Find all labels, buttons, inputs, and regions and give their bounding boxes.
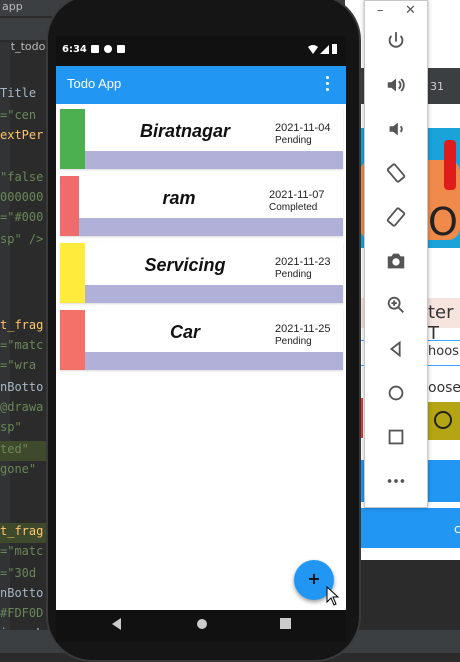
- toolbar-badge: 31: [430, 80, 444, 93]
- code-line: sp" />: [0, 232, 44, 246]
- todo-date: 2021-11-25: [275, 323, 331, 335]
- nav-home-icon[interactable]: [196, 618, 208, 630]
- todo-color-stripe: [60, 243, 85, 303]
- todo-bottom-bar: [85, 285, 343, 303]
- code-line: t_frag: [0, 524, 44, 538]
- mouse-cursor-icon: [326, 586, 340, 606]
- background-image-shape: [444, 140, 456, 190]
- todo-color-stripe: [60, 310, 85, 370]
- todo-bottom-bar: [85, 352, 343, 370]
- radio-button[interactable]: [434, 411, 452, 429]
- volume-up-button[interactable]: [365, 65, 427, 105]
- rotate-left-icon: [386, 163, 406, 183]
- code-line: 000000: [0, 190, 44, 204]
- code-line: ted": [0, 442, 29, 456]
- android-nav-bar: [56, 610, 346, 642]
- code-line: "false: [0, 170, 44, 184]
- status-bar: 6:34: [56, 36, 346, 66]
- rotate-right-icon: [386, 207, 406, 227]
- todo-date: 2021-11-04: [275, 122, 331, 134]
- volume-down-button[interactable]: [365, 109, 427, 149]
- todo-status: Pending: [275, 269, 312, 280]
- phone-screen: 6:34 Todo App Biratnagar 2021-11-04 Pend…: [56, 36, 346, 610]
- background-image-letter: O: [428, 200, 458, 244]
- todo-title: Biratnagar: [139, 121, 231, 141]
- back-button[interactable]: [365, 329, 427, 369]
- overview-button[interactable]: [365, 417, 427, 457]
- nav-back-icon[interactable]: [112, 618, 122, 630]
- minimize-button[interactable]: –: [377, 3, 384, 18]
- sd-card-icon: [117, 45, 125, 53]
- background-input-text: hoos: [428, 344, 459, 359]
- todo-color-stripe: [60, 109, 85, 169]
- battery-icon: [332, 44, 337, 54]
- todo-card[interactable]: Servicing 2021-11-23 Pending: [60, 243, 343, 303]
- todo-bottom-bar: [79, 218, 343, 236]
- todo-card[interactable]: Car 2021-11-25 Pending: [60, 310, 343, 370]
- background-label: oose: [428, 380, 460, 396]
- todo-title: ram: [162, 188, 196, 208]
- notification-icon: [104, 45, 112, 53]
- overflow-menu-icon[interactable]: [326, 76, 330, 94]
- code-line: ="cen: [0, 108, 37, 122]
- screenshot-button[interactable]: [365, 241, 427, 281]
- zoom-button[interactable]: [365, 285, 427, 325]
- todo-card[interactable]: Biratnagar 2021-11-04 Pending: [60, 109, 343, 169]
- code-line: nBotto: [0, 586, 44, 600]
- home-icon: [388, 385, 404, 401]
- close-button[interactable]: ✕: [405, 3, 416, 18]
- power-button[interactable]: [365, 21, 427, 61]
- rotate-right-button[interactable]: [365, 197, 427, 237]
- todo-color-stripe: [60, 176, 79, 236]
- code-line: Title: [0, 86, 37, 100]
- notification-icon: [91, 45, 99, 53]
- wifi-icon: [308, 45, 318, 54]
- todo-card[interactable]: ram 2021-11-07 Completed: [60, 176, 343, 236]
- todo-date: 2021-11-23: [275, 256, 331, 268]
- code-line: t_frag: [0, 318, 44, 332]
- background-text: ter T: [428, 302, 454, 344]
- code-line: gone": [0, 462, 37, 476]
- nav-overview-icon[interactable]: [280, 618, 291, 629]
- code-line: nBotto: [0, 380, 44, 394]
- todo-title: Car: [169, 322, 200, 342]
- home-button[interactable]: [365, 373, 427, 413]
- code-line: sp": [0, 420, 22, 434]
- camera-icon: [387, 253, 405, 269]
- background-button-text: c: [454, 522, 460, 536]
- code-line: extPer: [0, 128, 44, 142]
- app-title: Todo App: [67, 76, 122, 91]
- volume-up-icon: [387, 78, 405, 92]
- rotate-left-button[interactable]: [365, 153, 427, 193]
- back-icon: [389, 340, 401, 358]
- power-icon: [388, 31, 404, 48]
- code-line: ="wra: [0, 358, 37, 372]
- todo-status: Completed: [269, 202, 318, 213]
- more-icon: [387, 479, 405, 483]
- code-line: ="30d: [0, 566, 37, 580]
- overview-icon: [388, 429, 404, 445]
- background-button[interactable]: [345, 508, 460, 548]
- emulator-controls-panel: – ✕: [364, 0, 428, 508]
- todo-title: Servicing: [144, 255, 226, 275]
- zoom-icon: [387, 296, 404, 313]
- todo-date: 2021-11-07: [269, 189, 325, 201]
- status-time: 6:34: [62, 44, 87, 55]
- code-line: ="matc: [0, 338, 44, 352]
- signal-icon: [320, 45, 329, 54]
- volume-down-icon: [389, 122, 403, 136]
- code-line: @drawa: [0, 400, 44, 414]
- todo-bottom-bar: [85, 151, 343, 169]
- ide-title-fragment: app: [2, 0, 23, 13]
- code-line: ="#000: [0, 210, 44, 224]
- more-button[interactable]: [365, 461, 427, 501]
- code-line: #FDF0D: [0, 606, 44, 620]
- todo-status: Pending: [275, 336, 312, 347]
- todo-status: Pending: [275, 135, 312, 146]
- code-line: ="matc: [0, 544, 44, 558]
- app-bar: Todo App: [56, 66, 346, 104]
